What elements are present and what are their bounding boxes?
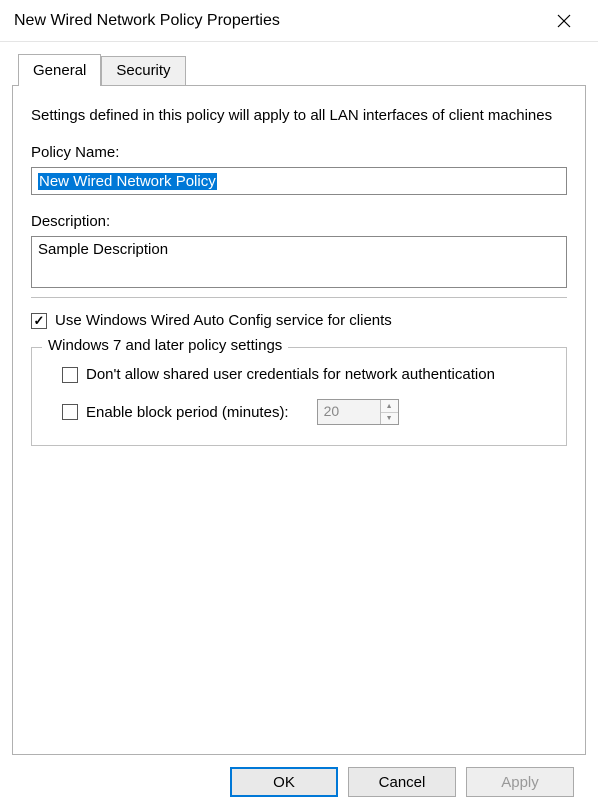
dont-allow-shared-row: Don't allow shared user credentials for … (62, 366, 550, 383)
description-input[interactable]: Sample Description (31, 236, 567, 288)
close-button[interactable] (542, 6, 586, 36)
tab-strip: General Security (18, 54, 586, 86)
enable-block-period-row: Enable block period (minutes): 20 ▲ ▼ (62, 399, 550, 425)
win7-group: Windows 7 and later policy settings Don'… (31, 347, 567, 446)
enable-block-period-checkbox[interactable] (62, 404, 78, 420)
spinner-buttons: ▲ ▼ (380, 400, 398, 424)
window-title: New Wired Network Policy Properties (14, 12, 280, 30)
close-icon (557, 14, 571, 28)
win7-group-title: Windows 7 and later policy settings (42, 337, 288, 354)
cancel-button[interactable]: Cancel (348, 767, 456, 797)
block-period-spinner[interactable]: 20 ▲ ▼ (317, 399, 399, 425)
description-label: Description: (31, 213, 567, 230)
spinner-down-icon[interactable]: ▼ (381, 413, 398, 425)
client-area: General Security Settings defined in thi… (0, 42, 598, 797)
intro-text: Settings defined in this policy will app… (31, 106, 567, 126)
divider (31, 297, 567, 298)
tab-general[interactable]: General (18, 54, 101, 86)
apply-button[interactable]: Apply (466, 767, 574, 797)
dont-allow-shared-label: Don't allow shared user credentials for … (86, 366, 495, 383)
policy-name-label: Policy Name: (31, 144, 567, 161)
dont-allow-shared-checkbox[interactable] (62, 367, 78, 383)
use-autoconfig-label: Use Windows Wired Auto Config service fo… (55, 312, 392, 329)
block-period-value: 20 (318, 400, 380, 424)
ok-button[interactable]: OK (230, 767, 338, 797)
policy-name-input[interactable]: New Wired Network Policy (31, 167, 567, 195)
tab-security[interactable]: Security (101, 56, 185, 86)
titlebar: New Wired Network Policy Properties (0, 0, 598, 42)
spinner-up-icon[interactable]: ▲ (381, 400, 398, 413)
enable-block-period-label: Enable block period (minutes): (86, 404, 289, 421)
dialog-buttons: OK Cancel Apply (12, 755, 586, 797)
use-autoconfig-checkbox[interactable] (31, 313, 47, 329)
tab-panel-general: Settings defined in this policy will app… (12, 85, 586, 755)
policy-name-value: New Wired Network Policy (38, 173, 217, 190)
use-autoconfig-row: Use Windows Wired Auto Config service fo… (31, 312, 567, 329)
